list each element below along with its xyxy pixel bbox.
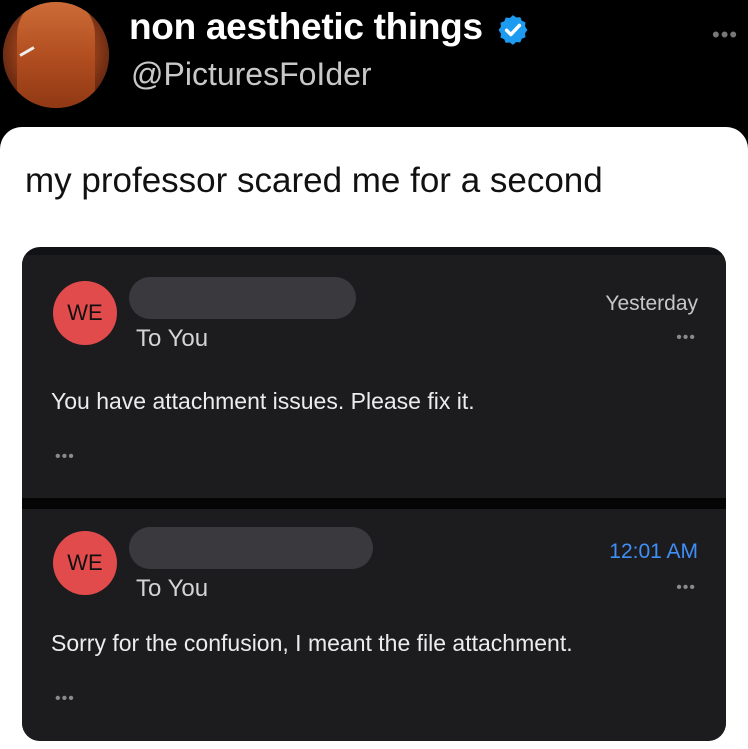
display-name[interactable]: non aesthetic things (129, 6, 483, 48)
sender-avatar: WE (53, 531, 117, 595)
tweet-header: non aesthetic things @PicturesFoIder ••• (0, 0, 748, 130)
email-item[interactable]: WE To You Yesterday ••• You have attachm… (22, 255, 726, 498)
email-body: You have attachment issues. Please fix i… (51, 388, 475, 414)
expand-ellipsis-icon[interactable]: ••• (55, 448, 75, 466)
more-horizontal-icon[interactable]: ••• (676, 329, 696, 347)
handle[interactable]: @PicturesFoIder (131, 56, 372, 93)
avatar[interactable] (3, 2, 109, 108)
embedded-screenshot: WE To You Yesterday ••• You have attachm… (22, 247, 726, 741)
redacted-sender-name (129, 527, 373, 569)
tweet-card: my professor scared me for a second WE T… (0, 127, 748, 749)
email-body: Sorry for the confusion, I meant the fil… (51, 630, 573, 656)
verified-badge-icon (498, 15, 528, 45)
divider (22, 498, 726, 509)
email-timestamp: 12:01 AM (609, 540, 698, 563)
redacted-sender-name (129, 277, 356, 319)
more-horizontal-icon[interactable]: ••• (676, 579, 696, 597)
recipient-label: To You (136, 325, 209, 352)
recipient-label: To You (136, 575, 209, 602)
more-horizontal-icon[interactable]: ••• (712, 22, 738, 48)
email-item[interactable]: WE To You 12:01 AM ••• Sorry for the con… (22, 509, 726, 741)
expand-ellipsis-icon[interactable]: ••• (55, 690, 75, 708)
email-timestamp: Yesterday (605, 292, 698, 315)
tweet-text: my professor scared me for a second (25, 161, 603, 200)
sender-avatar: WE (53, 281, 117, 345)
